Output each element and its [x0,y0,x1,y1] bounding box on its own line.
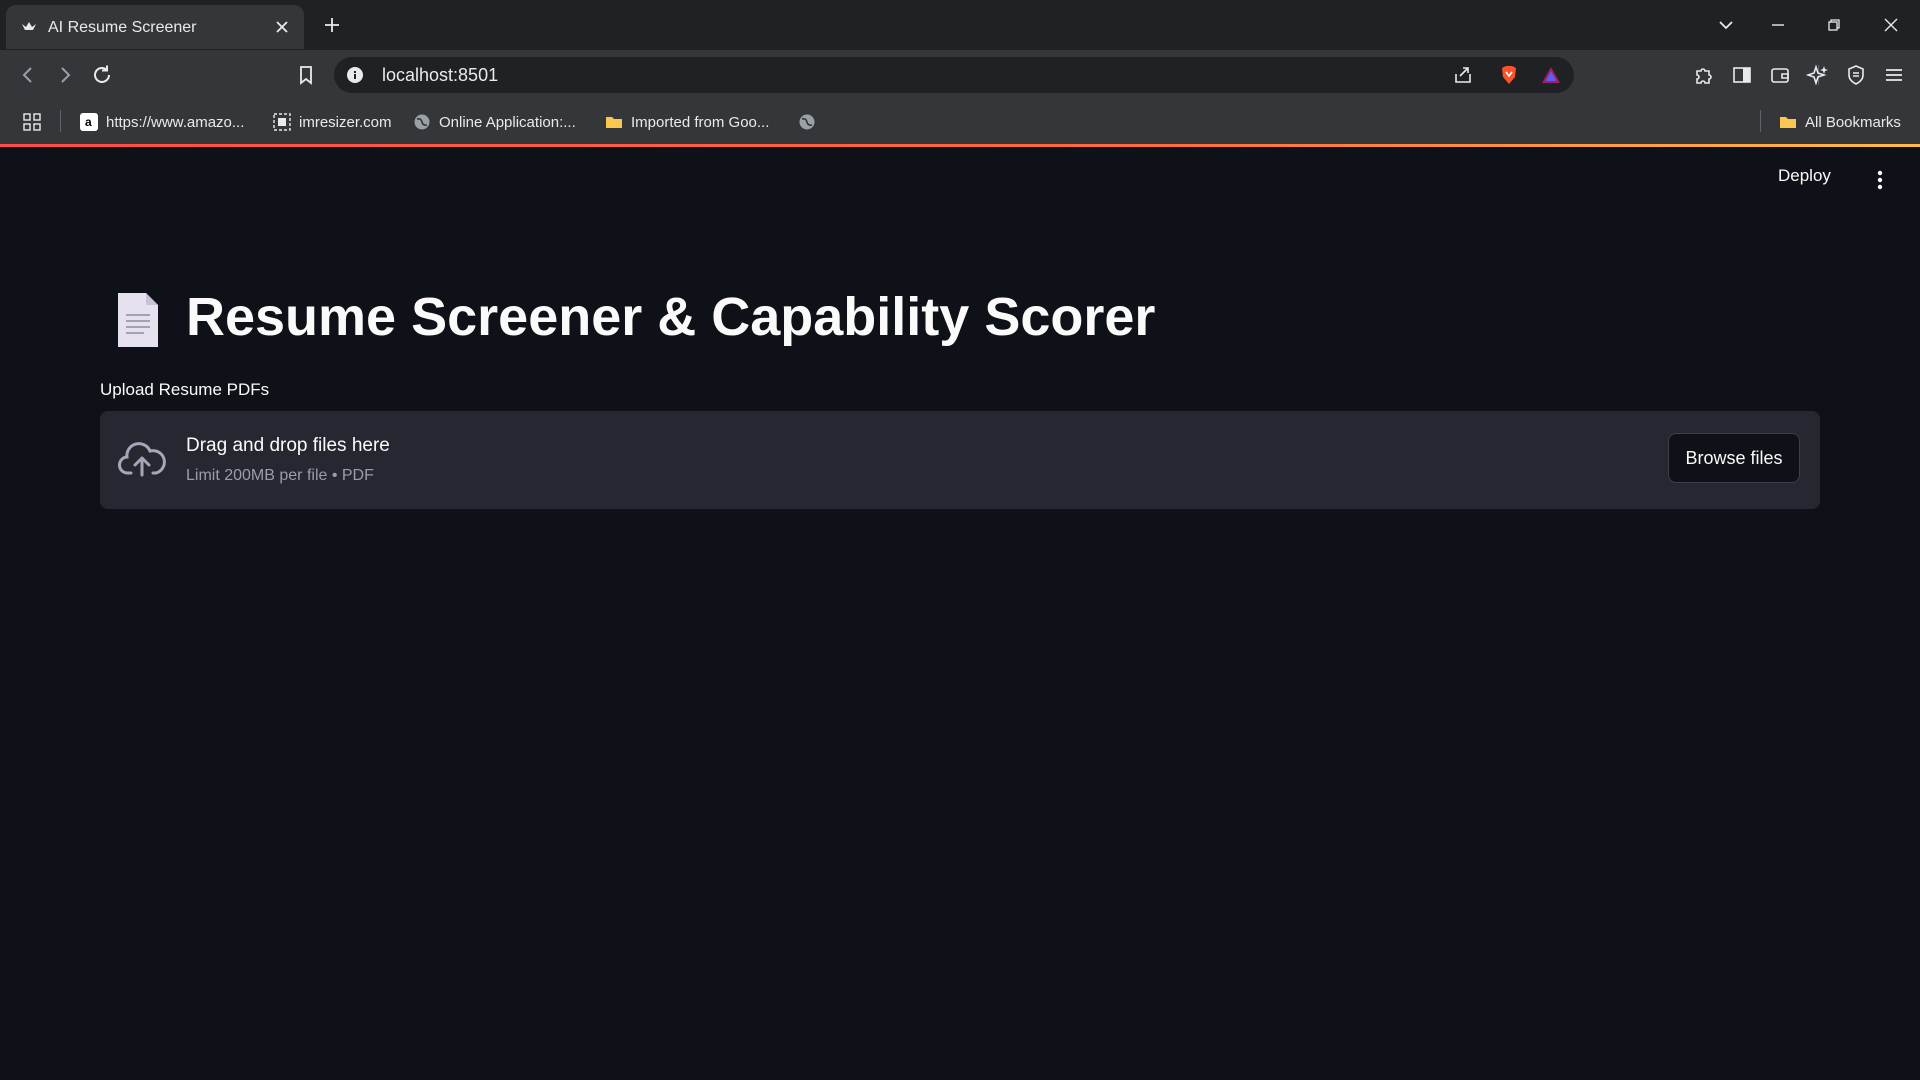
bookmark-imported-folder[interactable]: Imported from Goo... [605,109,769,135]
globe-icon [799,114,815,130]
imresizer-icon [273,113,291,131]
site-info-icon[interactable] [346,66,364,84]
globe-icon [414,114,430,130]
bookmark-icon[interactable] [294,63,318,87]
uploader-label: Upload Resume PDFs [100,380,270,399]
bookmarks-divider [1760,110,1761,132]
svg-text:a: a [85,115,92,129]
bookmark-label: imresizer.com [299,113,392,131]
menu-icon[interactable] [1882,63,1906,87]
browser-toolbar: localhost:8501 [0,50,1920,100]
extensions-icon[interactable] [1692,63,1716,87]
streamlit-crown-icon [22,22,36,30]
bookmarks-bar: a https://www.amazo... imresizer.com Onl… [0,100,1920,144]
dropzone-limit-text: Limit 200MB per file • PDF [186,467,374,484]
brave-rewards-icon[interactable] [1540,64,1562,86]
sidebar-icon[interactable] [1730,63,1754,87]
bookmark-amazon[interactable]: a https://www.amazo... [80,109,244,135]
bookmark-label: Online Application:... [439,113,576,131]
tab-search-chevron-icon[interactable] [1714,13,1738,37]
page-title: Resume Screener & Capability Scorer [186,287,1156,347]
minimize-icon[interactable] [1766,13,1790,37]
bookmark-online-application[interactable]: Online Application:... [413,109,576,135]
document-icon [118,293,158,347]
close-window-icon[interactable] [1879,13,1903,37]
brave-shields-icon[interactable] [1498,64,1520,86]
bookmark-label: Imported from Goo... [631,113,770,131]
bookmark-label: https://www.amazo... [106,113,245,131]
cloud-upload-icon [118,442,166,477]
deploy-button[interactable]: Deploy [1778,166,1831,186]
browser-tab-active[interactable]: AI Resume Screener [6,5,304,49]
main-menu-icon[interactable] [1870,168,1890,192]
bookmarks-divider [60,110,61,132]
app-top-decoration [0,144,1920,147]
dropzone-instructions: Drag and drop files here [186,435,390,456]
leo-ai-icon[interactable] [1806,63,1830,87]
reload-icon[interactable] [90,63,114,87]
address-bar[interactable]: localhost:8501 [334,57,1819,93]
apps-grid-icon[interactable] [22,112,42,132]
url-text: localhost:8501 [382,65,499,85]
vpn-shield-icon[interactable] [1844,63,1868,87]
new-tab-icon[interactable] [320,13,344,37]
amazon-icon: a [80,113,98,131]
back-icon[interactable] [16,63,40,87]
browser-tabstrip: AI Resume Screener [0,0,1920,50]
all-bookmarks[interactable]: All Bookmarks [1779,109,1901,135]
browse-files-button[interactable]: Browse files [1668,433,1800,483]
folder-icon [1780,117,1796,128]
tab-title: AI Resume Screener [48,19,197,36]
file-dropzone[interactable]: Drag and drop files here Limit 200MB per… [100,411,1820,509]
bookmark-globe[interactable] [798,109,824,135]
share-icon[interactable] [1452,64,1474,86]
forward-icon[interactable] [53,63,77,87]
folder-icon [606,117,622,128]
wallet-icon[interactable] [1768,63,1792,87]
all-bookmarks-label: All Bookmarks [1805,113,1901,131]
restore-icon[interactable] [1822,13,1846,37]
close-tab-icon[interactable] [272,17,292,37]
bookmark-imresizer[interactable]: imresizer.com [273,109,392,135]
